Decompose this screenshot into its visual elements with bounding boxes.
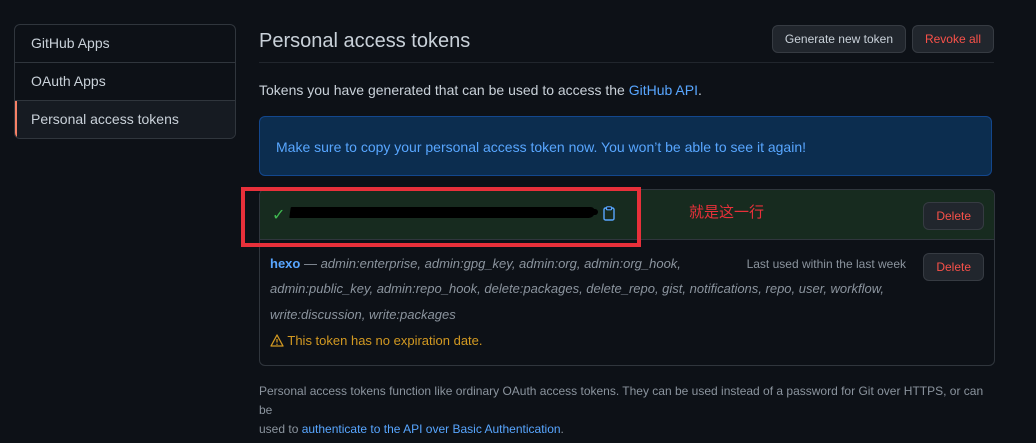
intro-suffix: . xyxy=(697,82,702,98)
copy-token-notice: Make sure to copy your personal access t… xyxy=(259,116,992,176)
delete-token-button[interactable]: Delete xyxy=(923,253,984,281)
footer-line-1: Personal access tokens function like ord… xyxy=(259,384,984,417)
basic-auth-link[interactable]: authenticate to the API over Basic Authe… xyxy=(302,422,561,436)
sidebar-item-label: GitHub Apps xyxy=(31,35,110,51)
annotation-label: 就是这一行 xyxy=(689,204,765,221)
sidebar-item-label: Personal access tokens xyxy=(31,111,179,127)
new-token-row: ✓ Delete xyxy=(260,190,994,240)
redacted-token-scribble xyxy=(560,209,598,215)
alert-icon xyxy=(270,333,287,348)
github-api-link[interactable]: GitHub API xyxy=(629,82,698,98)
main-content: Personal access tokens Generate new toke… xyxy=(259,24,995,366)
token-row-hexo: hexo — admin:enterprise, admin:gpg_key, … xyxy=(260,240,994,357)
clipboard-icon[interactable] xyxy=(603,206,615,224)
token-name-link[interactable]: hexo xyxy=(270,256,300,271)
settings-sidebar: GitHub Apps OAuth Apps Personal access t… xyxy=(14,24,236,139)
expiration-warning-text: This token has no expiration date. xyxy=(287,333,483,348)
expiration-warning: This token has no expiration date. xyxy=(270,331,994,357)
footer-suffix: . xyxy=(560,422,564,436)
page-title: Personal access tokens xyxy=(259,30,471,52)
sidebar-item-oauth-apps[interactable]: OAuth Apps xyxy=(15,62,235,100)
token-scopes: — admin:enterprise, admin:gpg_key, admin… xyxy=(300,256,681,271)
token-scopes-line-2: admin:public_key, admin:repo_hook, delet… xyxy=(270,281,885,296)
sidebar-item-github-apps[interactable]: GitHub Apps xyxy=(15,25,235,62)
delete-new-token-button[interactable]: Delete xyxy=(923,202,984,230)
generate-new-token-button[interactable]: Generate new token xyxy=(771,25,906,53)
intro-label: Tokens you have generated that can be us… xyxy=(259,82,629,98)
footer-line-2: used to authenticate to the API over Bas… xyxy=(259,420,994,439)
token-scopes-line-3: write:discussion, write:packages xyxy=(270,307,456,322)
check-icon: ✓ xyxy=(272,207,286,224)
redacted-token-value xyxy=(289,207,596,218)
footer-prefix: used to xyxy=(259,422,302,436)
sidebar-item-label: OAuth Apps xyxy=(31,73,106,89)
revoke-all-button[interactable]: Revoke all xyxy=(911,25,994,53)
token-list: ✓ Delete hexo — admin:enterprise, admin:… xyxy=(259,189,995,366)
intro-text: Tokens you have generated that can be us… xyxy=(259,82,702,98)
sidebar-item-personal-access-tokens[interactable]: Personal access tokens xyxy=(15,100,235,138)
notice-message: Make sure to copy your personal access t… xyxy=(276,139,806,155)
footer-note: Personal access tokens function like ord… xyxy=(259,382,994,439)
token-last-used: Last used within the last week xyxy=(746,257,906,271)
page-header: Personal access tokens Generate new toke… xyxy=(259,24,994,63)
